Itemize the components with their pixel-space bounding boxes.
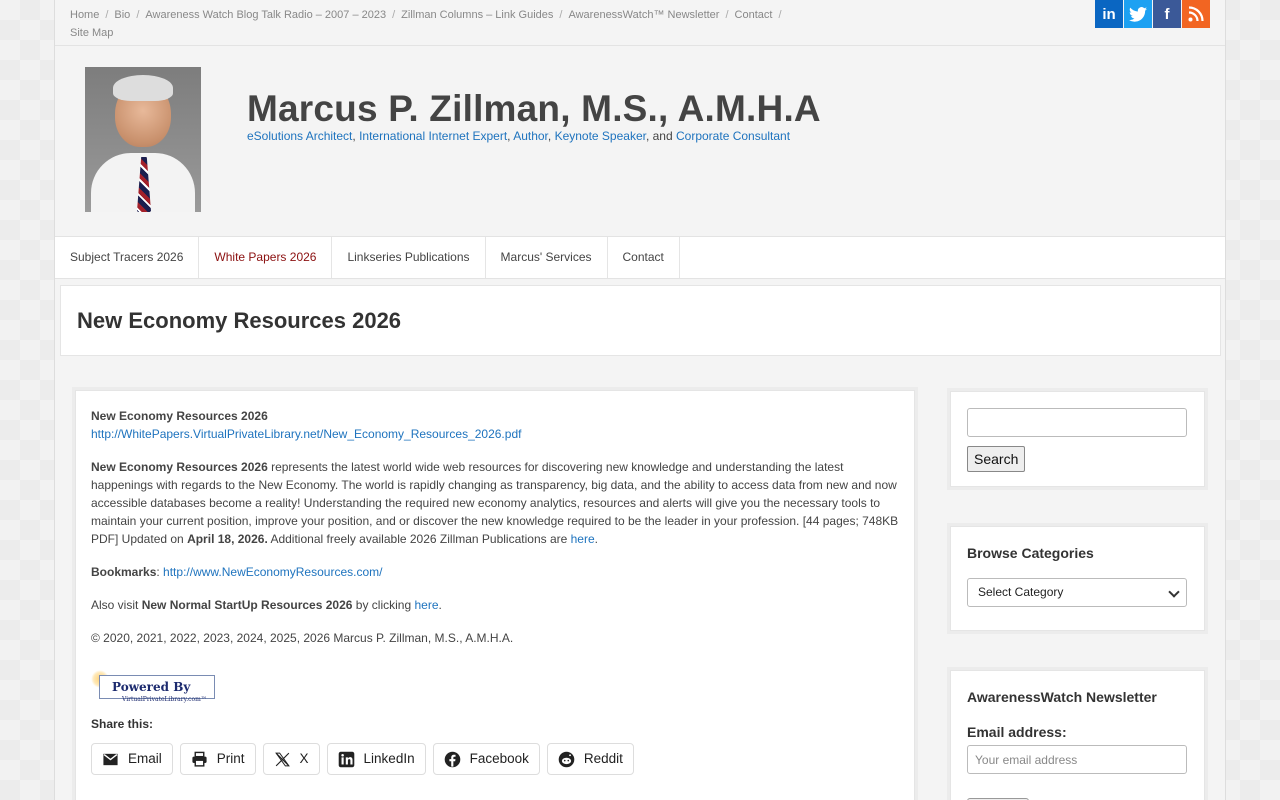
site-title[interactable]: Marcus P. Zillman, M.S., A.M.H.A xyxy=(247,88,821,130)
page-wrapper: Home / Bio / Awareness Watch Blog Talk Radio… xyxy=(54,0,1226,800)
publications-here-link[interactable]: here xyxy=(571,532,595,546)
linkedin-icon[interactable]: in xyxy=(1095,0,1123,28)
topnav-separator: / xyxy=(725,9,729,21)
share-buttons: Email Print X LinkedIn Facebook Reddit xyxy=(91,743,899,775)
bookmarks-link[interactable]: http://www.NewEconomyResources.com/ xyxy=(163,565,382,579)
search-widget: Search xyxy=(950,391,1205,487)
chevron-down-icon xyxy=(1168,586,1180,598)
author-portrait xyxy=(85,67,201,212)
share-x-label: X xyxy=(299,751,309,766)
share-email-button[interactable]: Email xyxy=(91,743,173,775)
description-bold-title: New Economy Resources 2026 xyxy=(91,460,268,474)
categories-title: Browse Categories xyxy=(967,545,1094,561)
reddit-icon xyxy=(558,751,575,767)
topnav-site-map[interactable]: Site Map xyxy=(70,27,113,39)
page-title: New Economy Resources 2026 xyxy=(77,308,402,333)
bookmarks-line: Bookmarks: http://www.NewEconomyResource… xyxy=(91,563,899,581)
nav-item-subject-tracers[interactable]: Subject Tracers 2026 xyxy=(55,237,200,278)
portrait-hair xyxy=(113,75,173,101)
linkedin-icon xyxy=(338,751,354,767)
also-visit-prefix: Also visit xyxy=(91,598,142,612)
badge-box: Powered By VirtualPrivateLibrary.com™ xyxy=(99,675,215,703)
share-email-label: Email xyxy=(128,751,162,766)
share-title: Share this: xyxy=(91,717,154,731)
facebook-icon[interactable]: f xyxy=(1153,0,1181,28)
description-tail: Additional freely available 2026 Zillman… xyxy=(267,532,571,546)
topnav-separator: / xyxy=(559,9,563,21)
tagline-link-esolutions[interactable]: eSolutions Architect xyxy=(247,129,352,143)
topnav-bio[interactable]: Bio xyxy=(114,9,130,21)
topnav-home[interactable]: Home xyxy=(70,9,99,21)
tagline-link-internet-expert[interactable]: International Internet Expert xyxy=(359,129,507,143)
resource-intro: New Economy Resources 2026 http://WhiteP… xyxy=(91,407,899,443)
top-bar: Home / Bio / Awareness Watch Blog Talk Radio… xyxy=(55,0,1225,46)
also-visit-line: Also visit New Normal StartUp Resources … xyxy=(91,596,899,614)
share-linkedin-button[interactable]: LinkedIn xyxy=(326,743,426,775)
also-visit-mid: by clicking xyxy=(352,598,415,612)
share-reddit-button[interactable]: Reddit xyxy=(546,743,634,775)
tagline-link-keynote-speaker[interactable]: Keynote Speaker xyxy=(555,129,646,143)
rss-icon[interactable] xyxy=(1182,0,1210,28)
search-input[interactable] xyxy=(967,408,1187,437)
tagline-separator: , and xyxy=(645,129,676,143)
email-field[interactable] xyxy=(967,745,1187,774)
topnav-separator: / xyxy=(105,9,109,21)
description-date: April 18, 2026. xyxy=(187,532,268,546)
categories-widget: Browse Categories Select Category xyxy=(950,526,1205,631)
also-visit-here-link[interactable]: here xyxy=(414,598,438,612)
site-header: Marcus P. Zillman, M.S., A.M.H.A eSoluti… xyxy=(55,46,1225,232)
nav-item-white-papers[interactable]: White Papers 2026 xyxy=(199,237,333,278)
copyright-line: © 2020, 2021, 2022, 2023, 2024, 2025, 20… xyxy=(91,631,514,645)
tagline-link-corporate-consultant[interactable]: Corporate Consultant xyxy=(676,129,790,143)
share-linkedin-label: LinkedIn xyxy=(363,751,415,766)
topnav-separator: / xyxy=(778,9,782,21)
twitter-icon[interactable] xyxy=(1124,0,1152,28)
resource-title: New Economy Resources 2026 xyxy=(91,409,268,423)
share-facebook-button[interactable]: Facebook xyxy=(432,743,540,775)
topnav-zillman-columns[interactable]: Zillman Columns – Link Guides xyxy=(401,9,553,21)
facebook-icon xyxy=(444,751,460,767)
topnav-blog-talk-radio[interactable]: Awareness Watch Blog Talk Radio – 2007 –… xyxy=(145,9,386,21)
description-end: . xyxy=(594,532,598,546)
page-title-box: New Economy Resources 2026 xyxy=(60,285,1221,356)
category-select[interactable]: Select Category xyxy=(967,578,1187,607)
site-tagline: eSolutions Architect, International Inte… xyxy=(247,129,790,143)
powered-by-badge[interactable]: Powered By VirtualPrivateLibrary.com™ xyxy=(91,670,216,703)
nav-item-linkseries[interactable]: Linkseries Publications xyxy=(332,237,486,278)
email-icon xyxy=(103,753,118,765)
topnav-newsletter[interactable]: AwarenessWatch™ Newsletter xyxy=(568,9,719,21)
main-navigation: Subject Tracers 2026 White Papers 2026 L… xyxy=(55,236,1225,279)
resource-pdf-link[interactable]: http://WhitePapers.VirtualPrivateLibrary… xyxy=(91,427,521,441)
category-select-value: Select Category xyxy=(978,585,1064,599)
badge-site-name: VirtualPrivateLibrary.com™ xyxy=(122,696,207,703)
x-logo-icon xyxy=(274,752,290,766)
share-reddit-label: Reddit xyxy=(583,751,623,766)
topnav-separator: / xyxy=(136,9,140,21)
print-icon xyxy=(192,751,207,767)
bookmarks-label: Bookmarks xyxy=(91,565,157,579)
email-label: Email address: xyxy=(967,724,1067,740)
tagline-separator: , xyxy=(547,129,555,143)
social-links: in f xyxy=(1095,0,1210,28)
nav-item-services[interactable]: Marcus' Services xyxy=(486,237,608,278)
tagline-link-author[interactable]: Author xyxy=(513,129,548,143)
share-print-label: Print xyxy=(216,751,245,766)
topnav-contact[interactable]: Contact xyxy=(735,9,773,21)
newsletter-widget: AwarenessWatch Newsletter Email address: xyxy=(950,670,1205,800)
topnav-separator: / xyxy=(392,9,396,21)
nav-item-contact[interactable]: Contact xyxy=(608,237,680,278)
newsletter-title: AwarenessWatch Newsletter xyxy=(967,689,1157,705)
post-content: New Economy Resources 2026 http://WhiteP… xyxy=(75,390,915,800)
resource-description: New Economy Resources 2026 represents th… xyxy=(91,458,899,548)
search-button[interactable]: Search xyxy=(967,446,1026,472)
also-visit-bold: New Normal StartUp Resources 2026 xyxy=(141,598,353,612)
share-print-button[interactable]: Print xyxy=(179,743,256,775)
top-navigation: Home / Bio / Awareness Watch Blog Talk Radio… xyxy=(70,6,810,42)
share-facebook-label: Facebook xyxy=(469,751,529,766)
also-visit-end: . xyxy=(438,598,442,612)
share-x-button[interactable]: X xyxy=(262,743,320,775)
